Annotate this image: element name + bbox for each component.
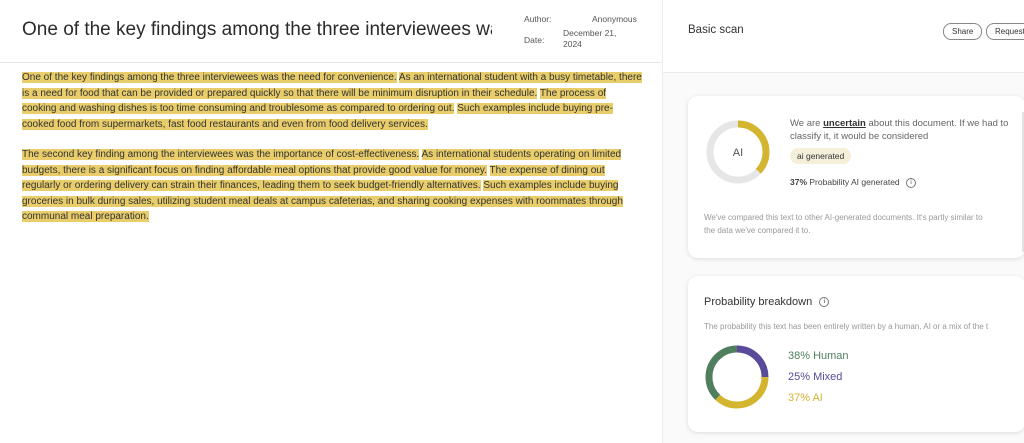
highlighted-sentence: The second key finding among the intervi… (22, 149, 420, 160)
desc-prefix: We are (790, 118, 824, 129)
classification-tag: ai generated (790, 148, 852, 164)
panel-title: Basic scan (688, 24, 744, 36)
desc-emphasis: uncertain (823, 118, 866, 129)
legend-item: 38% Human (788, 350, 849, 362)
request-button[interactable]: Request (986, 23, 1024, 40)
date-label: Date: (524, 35, 545, 45)
breakdown-card: Probability breakdown i The probability … (688, 276, 1024, 432)
document-title: One of the key findings among the three … (22, 19, 492, 40)
probability-line: 37% Probability AI generated i (790, 177, 917, 188)
document-pane: One of the key findings among the three … (0, 0, 662, 443)
legend-item: 37% AI (788, 392, 823, 404)
probability-value: 37% (790, 177, 808, 187)
document-header: One of the key findings among the three … (0, 0, 662, 63)
ring-label: AI (733, 147, 743, 159)
panel-header: Basic scan Share Request (663, 0, 1024, 73)
result-note: We've compared this text to other AI-gen… (704, 213, 983, 235)
info-icon[interactable]: i (906, 177, 917, 188)
scan-panel: Basic scan Share Request AI We are uncer… (662, 0, 1024, 443)
share-button[interactable]: Share (943, 23, 983, 40)
breakdown-title-text: Probability breakdown (704, 296, 813, 308)
probability-text: Probability AI generated (809, 177, 900, 187)
result-description: We are uncertain about this document. If… (790, 117, 1015, 143)
breakdown-note: The probability this text has been entir… (704, 322, 989, 331)
ai-score-ring: AI (706, 120, 770, 184)
breakdown-info-icon[interactable]: i (819, 297, 830, 308)
result-card: AI We are uncertain about this document.… (688, 96, 1024, 258)
breakdown-donut (705, 345, 769, 409)
author-value: Anonymous (592, 14, 637, 24)
highlighted-sentence: One of the key findings among the three … (22, 72, 397, 83)
document-paragraph: One of the key findings among the three … (22, 70, 642, 132)
document-paragraph: The second key finding among the intervi… (22, 147, 642, 225)
date-value: December 21, 2024 (563, 28, 617, 49)
breakdown-title: Probability breakdown i (704, 296, 830, 308)
author-label: Author: (524, 14, 552, 24)
document-body: One of the key findings among the three … (22, 70, 642, 240)
legend-item: 25% Mixed (788, 371, 843, 383)
